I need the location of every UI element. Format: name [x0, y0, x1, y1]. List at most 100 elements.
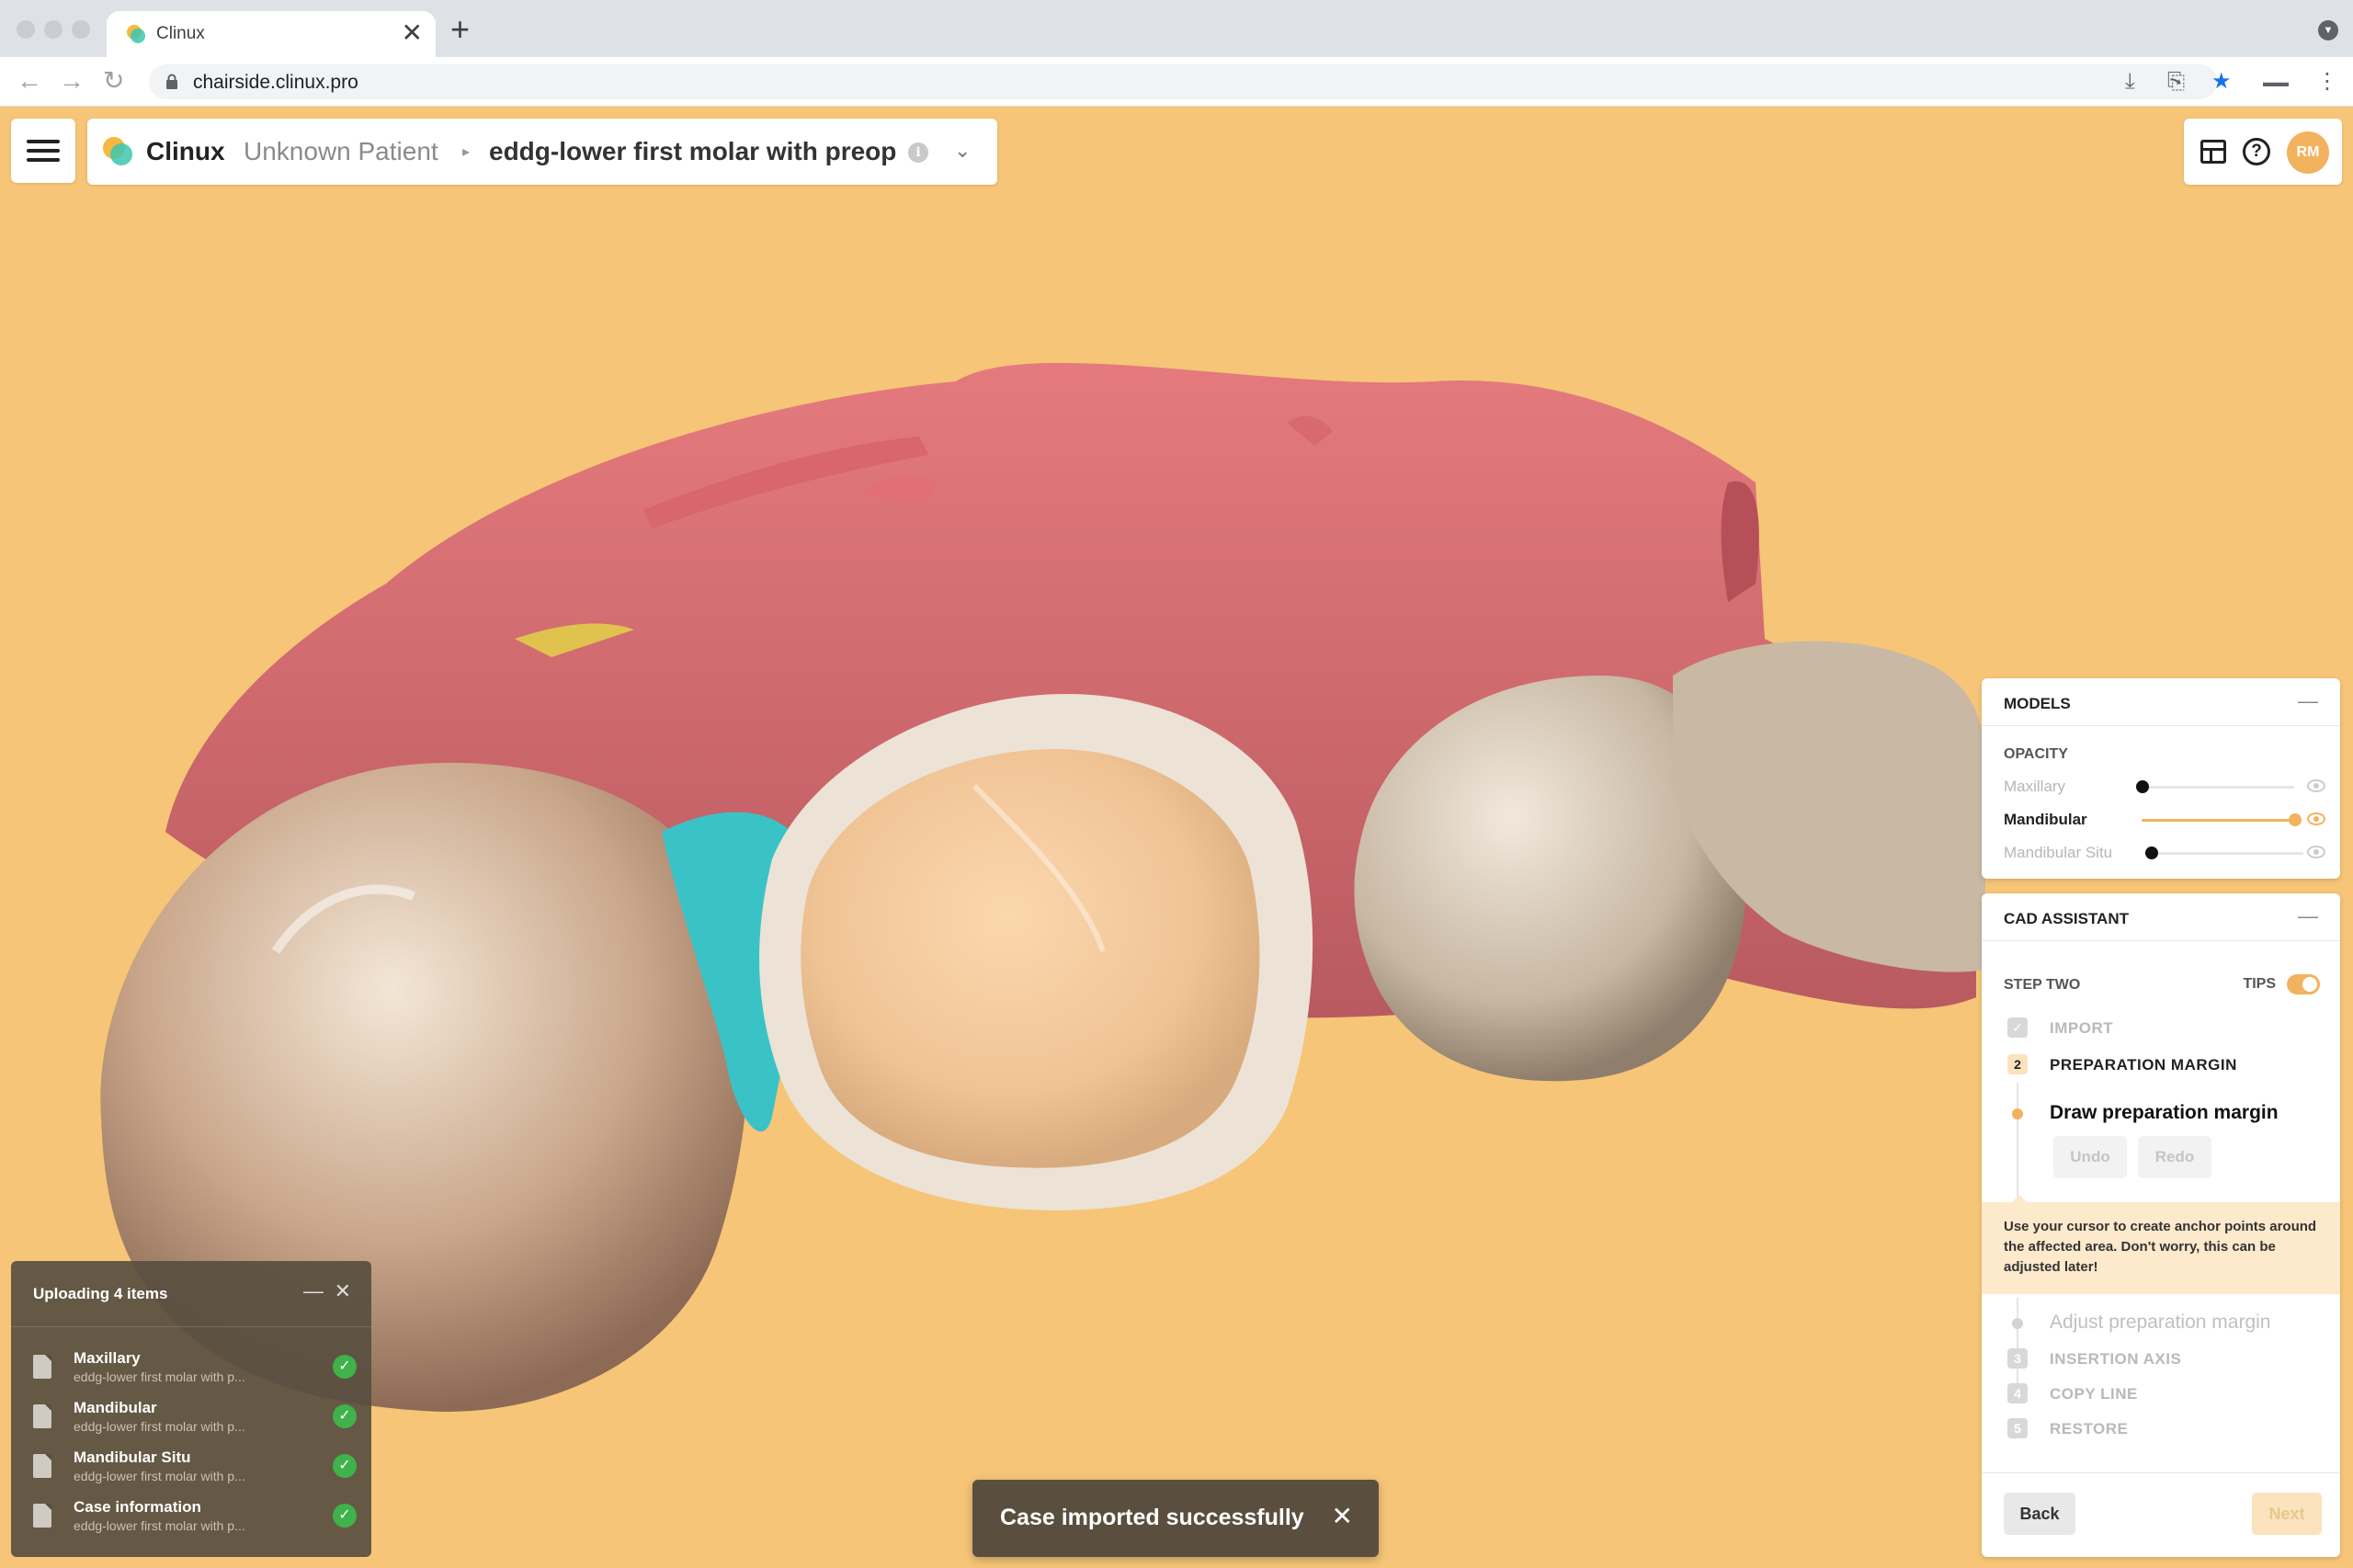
list-item: Mandibular Situ eddg-lower first molar w…	[33, 1443, 357, 1489]
address-bar[interactable]: chairside.clinux.pro	[149, 64, 2217, 99]
upload-header: Uploading 4 items — ✕	[11, 1261, 371, 1327]
browser-tab[interactable]: Clinux ✕	[107, 11, 436, 57]
step-copy-line[interactable]: 4 COPY LINE	[2004, 1381, 2316, 1408]
info-icon[interactable]: i	[908, 142, 928, 163]
window-minimize-dot[interactable]	[44, 20, 63, 39]
models-panel-title: MODELS	[2004, 695, 2071, 712]
file-icon	[33, 1355, 51, 1379]
clinux-logo-icon	[103, 137, 132, 165]
list-item: Case information eddg-lower first molar …	[33, 1493, 357, 1539]
step-preparation-margin[interactable]: 2 PREPARATION MARGIN	[2004, 1051, 2316, 1079]
opacity-slider-maxillary[interactable]	[2142, 786, 2294, 789]
upload-item-name: Case information	[74, 1498, 201, 1516]
reload-icon[interactable]: ↻	[103, 66, 124, 96]
models-panel-header: MODELS —	[1982, 678, 2340, 726]
models-panel: MODELS — OPACITY Maxillary Mandibular Ma…	[1982, 678, 2340, 879]
step-number-badge: 3	[2007, 1348, 2028, 1369]
tips-label: TIPS	[2243, 976, 2276, 992]
browser-toolbar: ← → ↻ chairside.clinux.pro ⤓ ⎘ ★ ▬▬ ⋮	[0, 57, 2353, 107]
lock-icon	[166, 74, 177, 89]
opacity-slider-handle[interactable]	[2289, 813, 2302, 826]
bookmark-star-icon[interactable]: ★	[2211, 68, 2232, 96]
eye-icon[interactable]	[2307, 812, 2325, 825]
forward-arrow-icon[interactable]: →	[59, 66, 85, 96]
step-number-badge: 4	[2007, 1383, 2028, 1403]
step-label: COPY LINE	[2050, 1385, 2138, 1403]
cad-assistant-panel: CAD ASSISTANT — STEP TWO TIPS ✓ IMPORT 2…	[1982, 893, 2340, 1557]
undo-button[interactable]: Undo	[2053, 1136, 2127, 1178]
upload-close-icon[interactable]: ✕	[335, 1279, 351, 1303]
eye-icon[interactable]	[2307, 846, 2325, 858]
step-import[interactable]: ✓ IMPORT	[2004, 1015, 2316, 1042]
check-circle-icon: ✓	[333, 1404, 357, 1428]
step-label: RESTORE	[2050, 1420, 2129, 1437]
step-label: INSERTION AXIS	[2050, 1350, 2182, 1368]
check-circle-icon: ✓	[333, 1454, 357, 1478]
install-icon[interactable]: ⤓	[2125, 68, 2135, 96]
opacity-slider-handle[interactable]	[2145, 846, 2158, 859]
avatar[interactable]: RM	[2287, 131, 2329, 174]
substep-draw-margin: Draw preparation margin	[2050, 1102, 2279, 1123]
window-close-dot[interactable]	[17, 20, 35, 39]
toast-close-icon[interactable]: ✕	[1332, 1502, 1353, 1531]
breadcrumb-patient[interactable]: Unknown Patient	[244, 137, 438, 166]
main-menu-button[interactable]	[11, 119, 75, 183]
upload-item-subtitle: eddg-lower first molar with p...	[74, 1518, 245, 1533]
substep-dot	[2012, 1318, 2023, 1329]
step-label: IMPORT	[2050, 1019, 2114, 1037]
back-button[interactable]: Back	[2004, 1493, 2075, 1535]
opacity-row-maxillary: Maxillary	[2004, 776, 2325, 798]
substep-adjust-margin: Adjust preparation margin	[2050, 1312, 2271, 1333]
upload-panel: Uploading 4 items — ✕ Maxillary eddg-low…	[11, 1261, 371, 1557]
breadcrumb: Clinux Unknown Patient ▸ eddg-lower firs…	[87, 119, 997, 185]
success-toast: Case imported successfully ✕	[972, 1480, 1379, 1557]
layer-label: Maxillary	[2004, 778, 2066, 795]
new-tab-button[interactable]: +	[450, 13, 470, 46]
eye-icon[interactable]	[2307, 779, 2325, 792]
upload-item-subtitle: eddg-lower first molar with p...	[74, 1419, 245, 1434]
cad-panel-header: CAD ASSISTANT —	[1982, 893, 2340, 941]
extension-icon[interactable]: ▬▬	[2263, 68, 2289, 96]
upload-item-name: Maxillary	[74, 1349, 141, 1367]
check-icon: ✓	[2007, 1017, 2028, 1038]
tab-search-icon[interactable]: ▼	[2318, 20, 2338, 40]
tab-title: Clinux	[156, 24, 205, 43]
layout-icon[interactable]	[2200, 140, 2226, 164]
step-number-badge: 2	[2007, 1054, 2028, 1074]
upload-item-name: Mandibular	[74, 1399, 157, 1416]
upload-item-subtitle: eddg-lower first molar with p...	[74, 1469, 245, 1483]
redo-button[interactable]: Redo	[2138, 1136, 2211, 1178]
back-arrow-icon[interactable]: ←	[17, 66, 42, 96]
cad-minimize-button[interactable]: —	[2298, 904, 2318, 928]
help-icon[interactable]: ?	[2243, 138, 2270, 165]
step-restore[interactable]: 5 RESTORE	[2004, 1415, 2316, 1443]
tips-toggle[interactable]	[2287, 974, 2320, 994]
tab-close-icon[interactable]: ✕	[402, 18, 423, 48]
clinux-favicon-icon	[127, 25, 145, 43]
step-insertion-axis[interactable]: 3 INSERTION AXIS	[2004, 1346, 2316, 1373]
chevron-down-icon[interactable]: ⌄	[954, 139, 971, 163]
page-action-icon[interactable]: ⎘	[2167, 68, 2185, 96]
models-minimize-button[interactable]: —	[2298, 689, 2318, 713]
file-icon	[33, 1504, 51, 1528]
upload-minimize-button[interactable]: —	[303, 1279, 324, 1303]
layer-label: Mandibular Situ	[2004, 844, 2113, 861]
browser-menu-icon[interactable]: ⋮	[2316, 68, 2338, 96]
layer-label: Mandibular	[2004, 811, 2087, 828]
opacity-slider-mandibular-situ[interactable]	[2151, 852, 2303, 855]
upload-item-name: Mandibular Situ	[74, 1449, 191, 1466]
window-maximize-dot[interactable]	[72, 20, 90, 39]
toast-message: Case imported successfully	[1000, 1505, 1304, 1530]
step-number-badge: 5	[2007, 1418, 2028, 1438]
next-button[interactable]: Next	[2252, 1493, 2322, 1535]
upload-item-subtitle: eddg-lower first molar with p...	[74, 1369, 245, 1384]
step-heading: STEP TWO	[2004, 977, 2081, 993]
opacity-slider-mandibular[interactable]	[2142, 819, 2294, 822]
opacity-slider-handle[interactable]	[2136, 780, 2149, 793]
cad-panel-title: CAD ASSISTANT	[2004, 910, 2129, 927]
check-circle-icon: ✓	[333, 1355, 357, 1379]
opacity-row-mandibular: Mandibular	[2004, 809, 2325, 831]
step-connector	[2017, 1083, 2018, 1202]
breadcrumb-case-name: eddg-lower first molar with preop	[489, 137, 897, 165]
check-circle-icon: ✓	[333, 1504, 357, 1528]
